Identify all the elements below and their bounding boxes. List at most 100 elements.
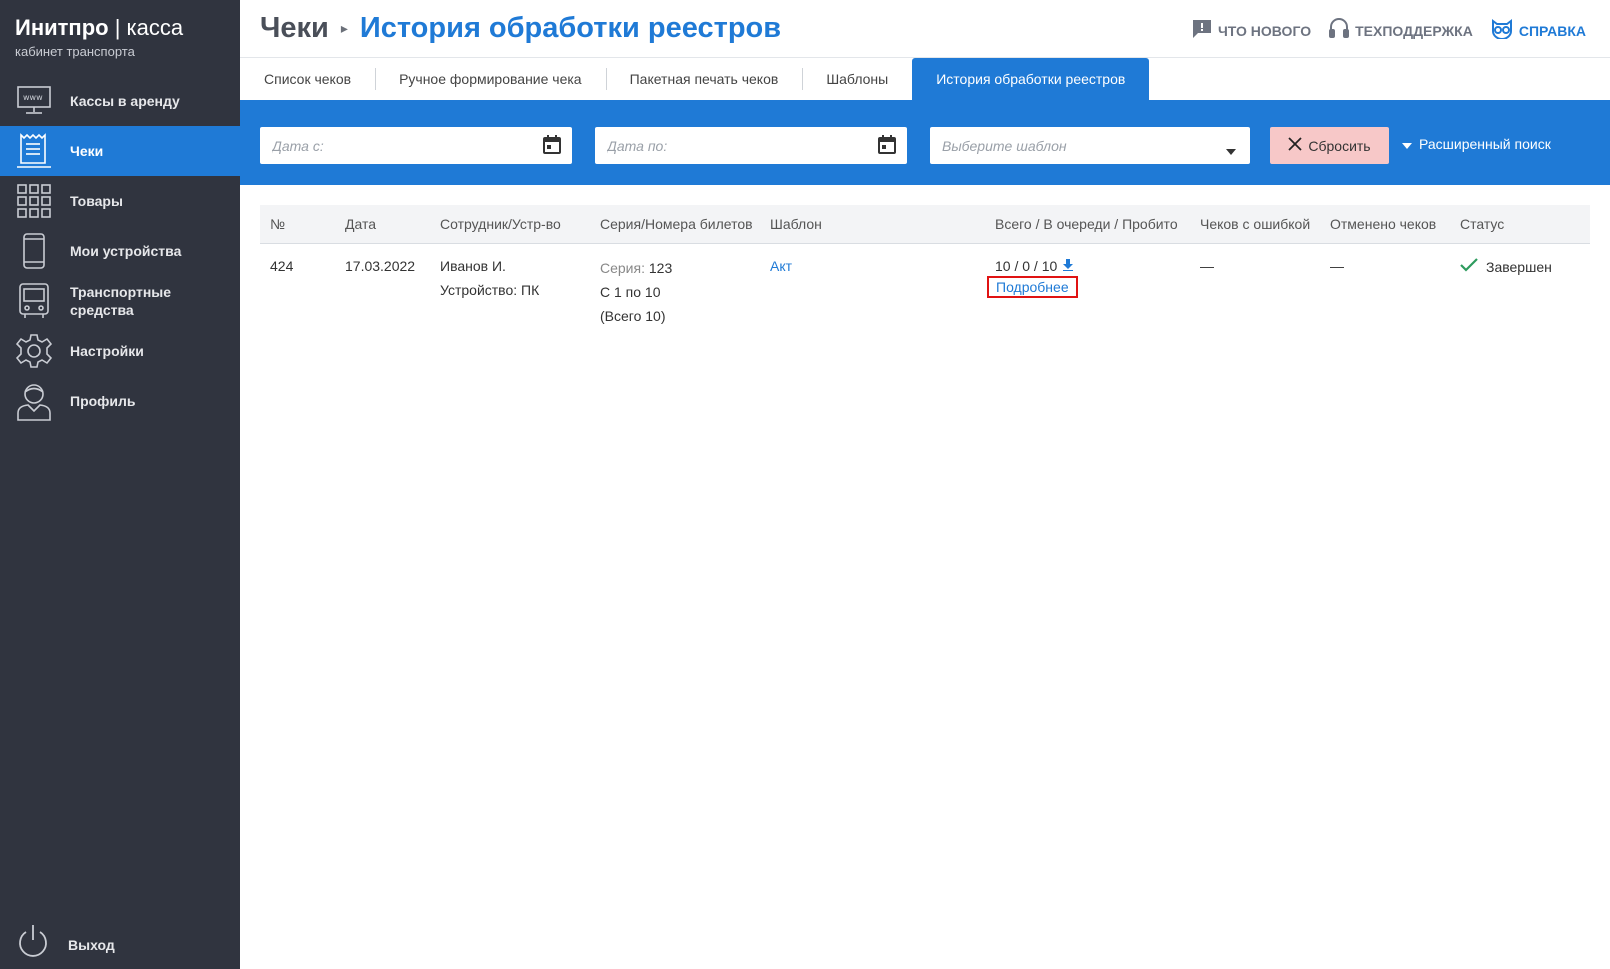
monitor-www-icon: www <box>16 83 52 119</box>
help-link[interactable]: СПРАВКА <box>1491 19 1586 42</box>
column-header: Серия/Номера билетов <box>600 216 753 232</box>
receipt-icon <box>16 133 52 169</box>
date-to-input[interactable] <box>607 137 895 154</box>
caret-down-icon <box>1402 136 1412 152</box>
series-label: Серия: <box>600 260 645 276</box>
breadcrumb: Чеки ▸ История обработки реестров <box>260 12 781 45</box>
sidebar-item-settings[interactable]: Настройки <box>0 326 240 376</box>
tab-bar: Список чеков Ручное формирование чека Па… <box>240 58 1610 100</box>
cell-date: 17.03.2022 <box>345 258 416 274</box>
whats-new-label: ЧТО НОВОГО <box>1217 22 1312 39</box>
brand-title: Инитпро | касса <box>15 14 183 42</box>
advanced-search-label: Расширенный поиск <box>1419 136 1551 152</box>
chevron-down-icon <box>1226 142 1236 158</box>
ticket-range: С 1 по 10 <box>600 284 661 300</box>
table-row: 424 17.03.2022 Иванов И. Устройство: ПК … <box>260 244 1590 328</box>
column-header: Отменено чеков <box>1330 216 1437 232</box>
template-link[interactable]: Акт <box>770 258 792 274</box>
sidebar-item-label: Товары <box>70 193 123 209</box>
employee-name: Иванов И. <box>440 258 506 274</box>
close-icon <box>1288 137 1303 154</box>
date-from-field[interactable] <box>260 127 572 164</box>
logout-label: Выход <box>68 936 115 953</box>
column-header: Всего / В очереди / Пробито <box>995 216 1178 232</box>
power-icon <box>16 924 50 965</box>
status-badge: Завершен <box>1460 258 1590 275</box>
date-from-input[interactable] <box>272 137 560 154</box>
download-icon[interactable] <box>1063 258 1074 274</box>
sidebar-item-profile[interactable]: Профиль <box>0 376 240 426</box>
brand-divider: | <box>114 15 121 40</box>
sidebar-item-transport[interactable]: Транспортные средства <box>0 276 240 326</box>
column-header: Дата <box>345 216 377 232</box>
sidebar-item-label: Настройки <box>70 343 144 359</box>
top-links: ЧТО НОВОГО ТЕХПОДДЕРЖКА СПРАВКА <box>1192 18 1586 43</box>
sidebar-item-label: Чеки <box>70 143 104 159</box>
brand-product: касса <box>126 15 184 40</box>
tab-templates[interactable]: Шаблоны <box>802 58 912 100</box>
user-icon <box>16 383 52 421</box>
details-link[interactable]: Подробнее <box>987 276 1078 298</box>
filter-bar: Выберите шаблон Сбросить Расширенный пои… <box>240 100 1610 185</box>
cell-cancelled: — <box>1330 258 1344 274</box>
owl-icon <box>1491 19 1513 42</box>
calendar-icon[interactable] <box>542 135 562 158</box>
sidebar-item-cheki[interactable]: Чеки <box>0 126 240 176</box>
column-header: Шаблон <box>770 216 822 232</box>
table-header: № Дата Сотрудник/Устр-во Серия/Номера би… <box>260 205 1590 244</box>
page-header: Чеки ▸ История обработки реестров ЧТО НО… <box>240 0 1610 58</box>
cell-counts: 10 / 0 / 10 Подробнее <box>985 258 1190 328</box>
status-text: Завершен <box>1486 258 1552 275</box>
sidebar-item-label: Мои устройства <box>70 243 182 259</box>
breadcrumb-parent[interactable]: Чеки <box>260 12 329 45</box>
tab-manual-receipt[interactable]: Ручное формирование чека <box>375 58 606 100</box>
tab-receipt-list[interactable]: Список чеков <box>240 58 375 100</box>
reset-button[interactable]: Сбросить <box>1270 127 1389 164</box>
counts-line: 10 / 0 / 10 <box>995 258 1190 274</box>
breadcrumb-arrow-icon: ▸ <box>340 20 348 36</box>
column-header: Статус <box>1460 216 1505 232</box>
whats-new-link[interactable]: ЧТО НОВОГО <box>1192 19 1311 42</box>
cell-series: Серия: 123 С 1 по 10 (Всего 10) <box>590 258 760 328</box>
sidebar-item-label: Кассы в аренду <box>70 93 180 109</box>
calendar-icon[interactable] <box>877 135 897 158</box>
sidebar-item-devices[interactable]: Мои устройства <box>0 226 240 276</box>
sidebar-item-tovary[interactable]: Товары <box>0 176 240 226</box>
brand-name: Инитпро <box>15 15 109 40</box>
gear-icon <box>16 333 52 369</box>
advanced-search-toggle[interactable]: Расширенный поиск <box>1402 136 1551 152</box>
phone-icon <box>16 233 52 269</box>
date-to-field[interactable] <box>595 127 907 164</box>
column-header: № <box>270 216 286 232</box>
headset-icon <box>1329 18 1350 43</box>
bus-icon <box>16 283 52 319</box>
brand: Инитпро | касса кабинет транспорта <box>15 14 183 59</box>
sidebar-item-label: Транспортные средства <box>70 284 172 318</box>
logout-button[interactable]: Выход <box>16 924 115 965</box>
sidebar-nav: www Кассы в аренду Чеки Товары Мои устро… <box>0 76 240 426</box>
counts-value: 10 / 0 / 10 <box>995 258 1058 274</box>
reset-label: Сбросить <box>1308 137 1371 154</box>
cell-number: 424 <box>270 258 294 274</box>
page-title: История обработки реестров <box>359 12 782 44</box>
tab-batch-print[interactable]: Пакетная печать чеков <box>605 58 803 100</box>
sidebar-item-label: Профиль <box>70 393 136 409</box>
column-header: Сотрудник/Устр-во <box>440 216 561 232</box>
series-value: 123 <box>648 260 673 276</box>
tab-registry-history[interactable]: История обработки реестров <box>912 58 1150 100</box>
help-label: СПРАВКА <box>1518 22 1586 39</box>
series-line: Серия: 123 <box>600 256 760 280</box>
support-link[interactable]: ТЕХПОДДЕРЖКА <box>1329 18 1473 43</box>
cell-employee: Иванов И. Устройство: ПК <box>430 258 590 328</box>
cell-template: Акт <box>760 258 985 328</box>
brand-subtitle: кабинет транспорта <box>15 44 135 59</box>
employee-device: Устройство: ПК <box>440 282 540 298</box>
template-select[interactable]: Выберите шаблон <box>930 127 1250 164</box>
cell-errors: — <box>1200 258 1214 274</box>
svg-text:www: www <box>23 93 43 102</box>
checkmark-icon <box>1460 258 1478 275</box>
cell-status: Завершен <box>1450 258 1590 328</box>
sidebar: Инитпро | касса кабинет транспорта www К… <box>0 0 240 969</box>
ticket-total: (Всего 10) <box>600 308 666 324</box>
sidebar-item-kassy[interactable]: www Кассы в аренду <box>0 76 240 126</box>
